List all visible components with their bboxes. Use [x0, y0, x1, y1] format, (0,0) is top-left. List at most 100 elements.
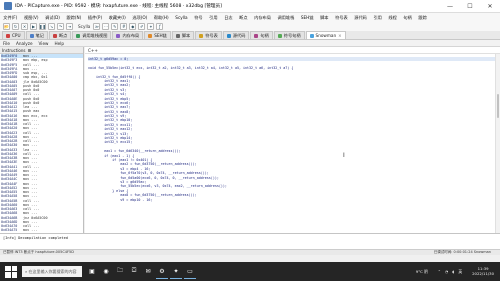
taskbar-search[interactable]: ⌕ 在这里输入你要搜索的内容	[22, 266, 82, 277]
step-into-icon[interactable]: ↘	[48, 23, 55, 30]
menu-item[interactable]: 跟踪(N)	[63, 15, 84, 21]
menu-item[interactable]: 句柄	[400, 15, 415, 21]
open-icon[interactable]: 📂	[3, 23, 10, 30]
windows-start-icon[interactable]	[5, 265, 17, 278]
app-icon	[4, 2, 12, 10]
menu-item[interactable]: 视图(V)	[21, 15, 42, 21]
patch-icon[interactable]: ✎	[111, 23, 119, 30]
step-over-icon[interactable]: ↷	[57, 23, 64, 30]
toolbar-label[interactable]: Scylla	[78, 24, 90, 29]
code-scrollbar-thumb[interactable]	[497, 94, 499, 118]
menu-item[interactable]: 日志	[221, 15, 236, 21]
instructions-panel-header: Instructions	[0, 47, 83, 54]
tab-icon	[309, 33, 314, 38]
menu-item[interactable]: 文件(F)	[0, 15, 21, 21]
tab-icon	[29, 33, 34, 38]
weather-widget[interactable]: 9°C 阴	[416, 269, 428, 275]
folder-icon[interactable]: 🗀	[114, 265, 126, 279]
menu-item[interactable]: 选项(O)	[129, 15, 151, 21]
instruction-row[interactable]: 0x634A75 mov ...	[1, 228, 83, 232]
panel-options-icon[interactable]	[27, 48, 31, 52]
menu-item[interactable]: Scylla	[172, 15, 191, 20]
tab-icon	[116, 33, 121, 38]
tab-close-icon[interactable]: ×	[338, 33, 342, 38]
tab-9[interactable]: 句柄	[250, 31, 273, 39]
snowman-menu-item[interactable]: Help	[51, 41, 67, 46]
menu-item[interactable]: 帮助(H)	[151, 15, 172, 21]
menu-item[interactable]: 断点	[236, 15, 251, 21]
tab-0[interactable]: CPU	[2, 31, 25, 39]
instruction-list[interactable]: 0x6349F0 mov ... 0x6349F3 mov ebp, esp 0x634…	[0, 54, 83, 232]
instructions-title: Instructions	[2, 47, 26, 53]
tab-3[interactable]: 调用堆栈视图	[72, 31, 112, 39]
snowman-menu-item[interactable]: File	[0, 41, 13, 46]
code-line[interactable]: v9 = ebp10 - 16;	[88, 198, 500, 202]
tab-6[interactable]: 脚本	[171, 31, 195, 39]
menu-item[interactable]: 符号表	[332, 15, 351, 21]
menu-item[interactable]: 调试(D)	[42, 15, 63, 21]
snowman-menu-item[interactable]: View	[36, 41, 52, 46]
run-to-user-icon[interactable]: ⇥	[66, 23, 73, 30]
ime-indicator[interactable]: 英	[458, 269, 462, 275]
menu-item[interactable]: 符号	[191, 15, 206, 21]
mail-icon[interactable]: ✉	[142, 265, 154, 279]
menu-item[interactable]: 引用	[206, 15, 221, 21]
snowman-menu-item[interactable]: Analyze	[13, 41, 36, 46]
close-button[interactable]: ✕	[480, 0, 500, 12]
minimize-button[interactable]: —	[440, 0, 460, 12]
menu-item[interactable]: 调用堆栈	[274, 15, 297, 21]
tab-icon	[199, 33, 204, 38]
tab-1[interactable]: 笔记	[25, 31, 48, 39]
decompiled-code-view[interactable]: C++ int32_t g6d59ac = 0; void fun_55b5ec(…	[85, 47, 500, 233]
tab-11[interactable]: Snowman ×	[305, 31, 346, 39]
pause-icon[interactable]: ❚❚	[39, 23, 46, 30]
debugger-icon[interactable]: ⚙	[156, 265, 168, 279]
code-text[interactable]: int32_t g6d59ac = 0; void fun_55b5ec(int3…	[85, 54, 500, 202]
tab-7[interactable]: 符号表	[195, 31, 222, 39]
menu-item[interactable]: 线程	[385, 15, 400, 21]
tab-8[interactable]: 源代码	[222, 31, 250, 39]
function-icon[interactable]: ƒ	[156, 23, 164, 30]
taskbar: ⌕ 在这里输入你要搜索的内容 ▣ ◉ 🗀 ⛋ ✉ ⚙ ✦ ▭ 9°C 阴 ⌃ ◔ ◖ 英 11…	[0, 262, 500, 281]
maximize-button[interactable]: ☐	[460, 0, 480, 12]
hash-icon[interactable]: #	[120, 23, 128, 30]
tab-strip: CPU 笔记 断点 调用堆栈视图 内存布局 SEH链 脚本 符号表 源代码 句柄 符号句柄 Snowm…	[0, 31, 500, 40]
menu-item[interactable]: SEH链	[298, 15, 317, 21]
animate-icon[interactable]: ≫	[93, 23, 101, 30]
menu-item[interactable]: 脚本	[317, 15, 332, 21]
browser-icon[interactable]: ◉	[100, 265, 112, 279]
menu-item[interactable]: 插件(P)	[85, 15, 106, 21]
tab-10[interactable]: 符号句柄	[273, 31, 305, 39]
menu-item[interactable]: 源代码	[351, 15, 370, 21]
terminal-icon[interactable]: ▭	[184, 265, 196, 279]
trace-icon[interactable]: ⋯	[102, 23, 110, 30]
bookmark-icon[interactable]: ◆	[129, 23, 137, 30]
tab-4[interactable]: 内存布局	[112, 31, 144, 39]
menu-item[interactable]: 引用	[370, 15, 385, 21]
label-icon[interactable]: ⌖	[147, 23, 155, 30]
tab-icon	[76, 33, 81, 38]
tab-5[interactable]: SEH链	[144, 31, 171, 39]
clock[interactable]: 11:39 2022/11/30	[472, 266, 494, 276]
close-icon[interactable]: ✕	[21, 23, 28, 30]
tab-label: 断点	[58, 32, 68, 38]
tab-label: 源代码	[232, 32, 246, 38]
menu-item[interactable]: 收藏夹(I)	[105, 15, 129, 21]
task-view-icon[interactable]: ▣	[86, 265, 98, 279]
restart-icon[interactable]: ↻	[12, 23, 19, 30]
run-icon[interactable]: ▶	[30, 23, 37, 30]
tray-chevron-icon[interactable]: ⌃	[438, 269, 441, 274]
code-scrollbar[interactable]	[495, 54, 500, 233]
volume-icon[interactable]: ◖	[452, 269, 454, 274]
store-icon[interactable]: ⛋	[128, 265, 140, 279]
tab-2[interactable]: 断点	[48, 31, 72, 39]
menu-item[interactable]: 跟踪	[415, 15, 430, 21]
tab-icon	[6, 33, 10, 38]
menu-item[interactable]: 内存布局	[251, 15, 274, 21]
tab-icon	[52, 33, 57, 38]
network-icon[interactable]: ◔	[445, 269, 448, 274]
tab-icon	[148, 33, 153, 38]
tool-icon[interactable]: ✦	[170, 265, 182, 279]
status-left: 已暂停 INT3 断点于 hxapfuture.005C4F5D	[3, 250, 74, 254]
comment-icon[interactable]: ✐	[138, 23, 146, 30]
